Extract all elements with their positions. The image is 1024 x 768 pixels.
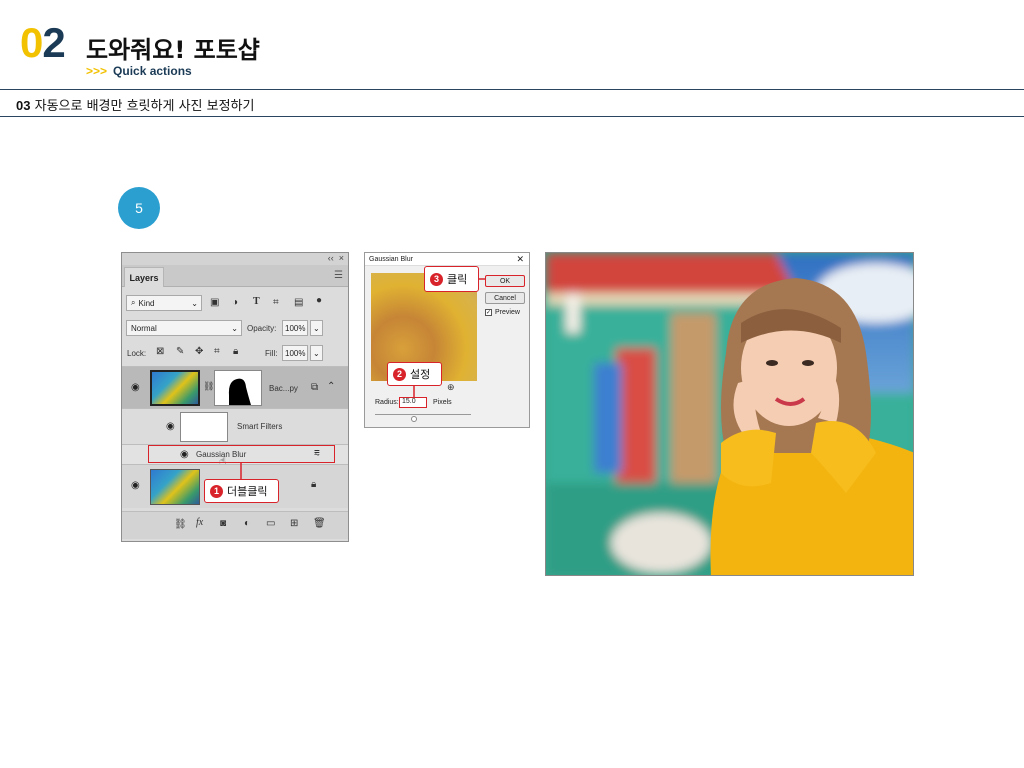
smart-object-filter-icon[interactable]: ▤: [294, 297, 303, 308]
dialog-title-bar: Gaussian Blur: [365, 253, 529, 266]
callout-3-text: 클릭: [447, 273, 468, 286]
type-filter-icon[interactable]: T: [253, 296, 260, 307]
chevron-up-icon[interactable]: ⌃: [327, 381, 335, 392]
adjustment-layer-icon[interactable]: ◐: [244, 518, 250, 529]
lock-transparent-icon[interactable]: ⊠: [156, 346, 164, 357]
lock-label: Lock:: [127, 349, 147, 358]
background-layer-thumbnail: [150, 469, 200, 505]
subtitle-arrows: >>>: [86, 64, 108, 78]
chevron-down-icon: ⌄: [191, 298, 198, 308]
section-number: 03: [16, 98, 31, 113]
layers-bottom-toolbar: ⛓︎ fx ◙ ◐ ▭ ⊞ 🗑︎: [122, 511, 348, 539]
dialog-title: Gaussian Blur: [369, 255, 413, 263]
fx-icon[interactable]: fx: [196, 517, 203, 528]
chapter-number-digit-1: 0: [20, 19, 43, 66]
highlight-gaussian-blur: [148, 445, 335, 463]
callout-2-text: 설정: [410, 368, 431, 381]
panel-tab-row: Layers ☰: [122, 265, 348, 287]
add-mask-icon[interactable]: ◙: [220, 518, 226, 529]
chapter-number-digit-2: 2: [42, 19, 65, 66]
panel-topbar: ‹‹ ×: [122, 253, 348, 265]
panel-menu-icon[interactable]: ☰: [334, 270, 343, 281]
result-photo: [545, 252, 914, 576]
new-layer-icon[interactable]: ⊞: [290, 518, 298, 529]
trash-icon[interactable]: 🗑︎: [313, 518, 326, 529]
callout-1-double-click: 1 더블클릭: [204, 479, 279, 503]
close-icon[interactable]: ×: [339, 253, 344, 263]
mask-silhouette: [228, 378, 251, 405]
layer-row-copy[interactable]: ◉ ⛓︎ Bac...py ⧉ ⌃: [122, 366, 348, 408]
tab-layers[interactable]: Layers: [124, 267, 164, 287]
lock-icon: 🔒︎: [311, 479, 317, 490]
fill-input[interactable]: 100%: [282, 345, 308, 361]
collapse-icon[interactable]: ‹‹: [328, 253, 334, 263]
layer-thumbnail: [150, 370, 200, 406]
smart-filter-mask-thumbnail[interactable]: [180, 412, 228, 442]
opacity-label: Opacity:: [247, 324, 277, 333]
callout-2-set: 2 설정: [387, 362, 442, 386]
blend-mode-value: Normal: [131, 323, 157, 333]
chapter-number: 02: [20, 19, 66, 66]
visibility-eye-icon[interactable]: ◉: [131, 382, 140, 393]
new-group-icon[interactable]: ▭: [266, 518, 275, 529]
blurred-background-portrait: [546, 253, 913, 575]
section-title: 자동으로 배경만 흐릿하게 사진 보정하기: [34, 99, 255, 114]
visibility-eye-icon[interactable]: ◉: [166, 421, 175, 432]
close-icon[interactable]: ✕: [516, 254, 524, 265]
callout-3-number: 3: [430, 272, 443, 286]
blend-mode-select[interactable]: Normal ⌄: [126, 320, 242, 336]
preview-label: Preview: [495, 309, 520, 316]
callout-2-connector: [413, 385, 415, 398]
link-icon[interactable]: ⛓︎: [203, 381, 214, 392]
chapter-subtitle: >>> Quick actions: [86, 64, 192, 78]
chevron-down-icon: ⌄: [231, 323, 238, 333]
units-label: Pixels: [433, 399, 452, 406]
header-rule-bottom: [0, 116, 1024, 117]
shape-filter-icon[interactable]: ⌗: [273, 297, 279, 308]
smart-filters-row[interactable]: ◉ Smart Filters: [122, 408, 348, 444]
cancel-button[interactable]: Cancel: [485, 292, 525, 304]
callout-1-number: 1: [210, 484, 223, 498]
ok-button[interactable]: OK: [485, 275, 525, 287]
link-layers-icon[interactable]: ⛓︎: [174, 519, 187, 530]
radius-slider-track[interactable]: [375, 414, 471, 415]
lock-pixels-icon[interactable]: ✎: [176, 346, 184, 357]
callout-2-number: 2: [393, 367, 406, 381]
step-badge: 5: [118, 187, 160, 229]
chevron-down-icon: ⌄: [313, 323, 320, 333]
callout-1-text: 더블클릭: [227, 485, 268, 498]
layer-name: Bac...py: [269, 384, 298, 393]
section-heading: 03 자동으로 배경만 흐릿하게 사진 보정하기: [16, 95, 254, 114]
fill-dropdown[interactable]: ⌄: [310, 345, 323, 361]
smart-object-icon: ⧉: [311, 382, 319, 393]
lock-all-icon[interactable]: 🔒︎: [233, 346, 238, 357]
callout-3-click: 3 클릭: [424, 266, 479, 292]
chapter-title: 도와줘요! 포토샵: [86, 36, 260, 64]
subtitle-text: Quick actions: [113, 64, 192, 78]
filter-toggle-icon[interactable]: ●: [316, 295, 322, 306]
filter-kind-value: Kind: [138, 298, 155, 308]
opacity-input[interactable]: 100%: [282, 320, 308, 336]
lock-artboard-icon[interactable]: ⌗: [214, 346, 220, 357]
visibility-eye-icon[interactable]: ◉: [131, 480, 140, 491]
smart-filters-label: Smart Filters: [237, 422, 283, 431]
adjustment-filter-icon[interactable]: ◑: [232, 297, 238, 308]
checkbox-checked-icon: ✓: [485, 309, 492, 316]
fill-label: Fill:: [265, 349, 278, 358]
radius-input[interactable]: 15.0: [399, 397, 427, 408]
zoom-in-icon[interactable]: ⊕: [447, 382, 455, 393]
chevron-down-icon: ⌄: [313, 348, 320, 358]
filter-kind-select[interactable]: ⌕ Kind ⌄: [126, 295, 202, 311]
search-icon: ⌕: [131, 298, 136, 307]
preview-checkbox[interactable]: ✓ Preview: [485, 309, 520, 316]
radius-slider-handle[interactable]: [411, 416, 417, 422]
pixel-filter-icon[interactable]: ▣: [210, 297, 219, 308]
radius-label: Radius:: [375, 399, 399, 406]
layer-mask-thumbnail[interactable]: [214, 370, 262, 406]
callout-3-connector: [478, 278, 486, 280]
opacity-dropdown[interactable]: ⌄: [310, 320, 323, 336]
lock-position-icon[interactable]: ✥: [195, 346, 203, 357]
header-rule-top: [0, 89, 1024, 90]
